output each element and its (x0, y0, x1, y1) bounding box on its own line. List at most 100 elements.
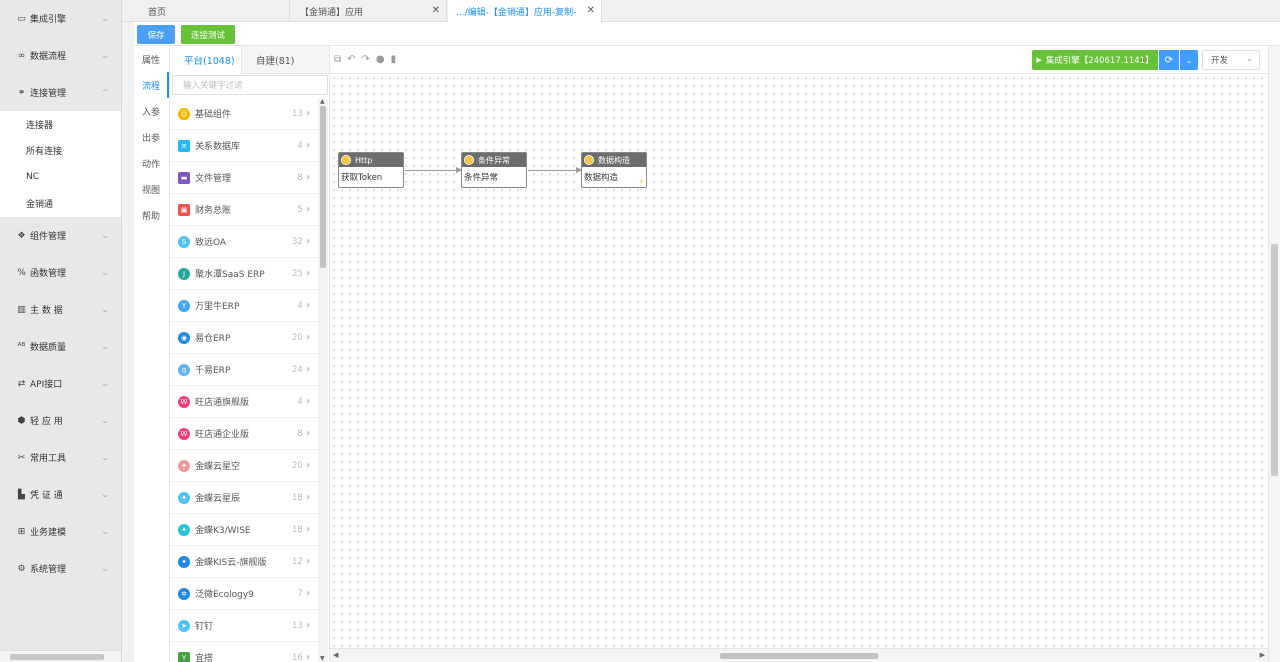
component-item-ecology[interactable]: ✲ 泛微Ecology9 7 (170, 578, 318, 610)
sub-item-jinxiaotong[interactable]: 金销通 (0, 190, 121, 217)
refresh-button[interactable]: ⟳ (1159, 50, 1179, 70)
nav-item-data-quality[interactable]: ᴬᴮ 数据质量 ⌄ (0, 328, 121, 365)
scroll-left-icon[interactable]: ◀ (333, 651, 338, 659)
tab-home[interactable]: 首页 (140, 0, 290, 22)
folder-icon: ▬ (178, 171, 190, 184)
vtab-actions[interactable]: 动作 (134, 150, 169, 176)
save-button[interactable]: 保存 (137, 25, 175, 44)
nav-item-master-data[interactable]: ▥ 主 数 据 ⌄ (0, 291, 121, 328)
scroll-right-icon[interactable]: ▶ (1260, 651, 1265, 659)
flow-node-http[interactable]: ☺ Http 获取Token (338, 152, 404, 188)
vtab-view[interactable]: 视图 (134, 176, 169, 202)
component-item-rdb[interactable]: ≡ 关系数据库 4 (170, 130, 318, 162)
component-item-kingdee-xingchen[interactable]: ✦ 金蝶云星辰 18 (170, 482, 318, 514)
component-item-wanliniu[interactable]: Y 万里牛ERP 4 (170, 290, 318, 322)
scroll-down-icon[interactable]: ▼ (320, 655, 325, 662)
vertical-tabs: 属性 流程 入参 出参 动作 视图 帮助 (134, 46, 170, 662)
tab-edit-app-copy[interactable]: .../编辑-【金销通】应用-复制- ✕ (448, 0, 602, 23)
vtab-input-params[interactable]: 入参 (134, 98, 169, 124)
component-item-dingtalk[interactable]: ➤ 钉钉 13 (170, 610, 318, 642)
play-icon: ▶ (1036, 56, 1042, 64)
vtab-properties[interactable]: 属性 (134, 46, 169, 72)
undo-icon[interactable]: ↶ (347, 54, 355, 65)
database-icon: ≡ (178, 139, 190, 152)
component-item-ledger[interactable]: ▣ 财务总账 5 (170, 194, 318, 226)
ecology-icon: ✲ (178, 587, 190, 600)
component-item-jushuitan[interactable]: J 聚水潭SaaS ERP 25 (170, 258, 318, 290)
nav-label: 系统管理 (30, 565, 67, 575)
environment-value: 开发 (1211, 56, 1229, 66)
chevron-up-icon: ⌃ (100, 88, 111, 97)
nav-item-api[interactable]: ⇄ API接口 ⌄ (0, 365, 121, 402)
component-item-wdt-flagship[interactable]: W 旺店通旗舰版 4 (170, 386, 318, 418)
nav-item-system[interactable]: ⚙ 系统管理 ⌄ (0, 550, 121, 587)
sidenav-horizontal-scrollbar[interactable] (0, 650, 121, 662)
vtab-output-params[interactable]: 出参 (134, 124, 169, 150)
environment-select[interactable]: 开发 ⌄ (1202, 50, 1260, 70)
flow-canvas[interactable]: ☺ Http 获取Token ☺ 条件异常 条件异常 ☺ 数据构造 数据构造 ⚡ (330, 74, 1268, 648)
sub-item-nc[interactable]: NC (0, 164, 121, 191)
chevron-down-icon: ⌄ (100, 305, 111, 314)
tab-custom-components[interactable]: 自建(81) (256, 46, 326, 74)
nav-item-connection[interactable]: ⚭ 连接管理 ⌃ (0, 74, 121, 111)
editor-toolbar: 保存 连接测试 (134, 22, 1280, 46)
nav-label: 函数管理 (30, 269, 67, 279)
gear-icon: ⚙ (17, 563, 26, 574)
component-list-scrollbar[interactable]: ▲ ▼ (318, 98, 328, 662)
component-item-kingdee-xingkong[interactable]: ✦ 金蝶云星空 20 (170, 450, 318, 482)
tab-platform-components[interactable]: 平台(1048) (170, 46, 242, 74)
nav-item-light-app[interactable]: ⬢ 轻 应 用 ⌄ (0, 402, 121, 439)
scrollbar-thumb[interactable] (10, 654, 104, 660)
connection-test-button[interactable]: 连接测试 (181, 25, 235, 44)
integration-engine-button[interactable]: ▶ 集成引擎【240617.1141】 (1032, 50, 1158, 70)
page-vertical-scrollbar[interactable] (1268, 46, 1280, 662)
component-list: ☺ 基础组件 13 ≡ 关系数据库 4 ▬ 文件管理 8 ▣ 财务总账 5 S … (170, 98, 318, 662)
canvas-horizontal-scrollbar[interactable]: ◀ ▶ (330, 648, 1268, 662)
help-icon[interactable]: ● (376, 54, 385, 65)
component-count: 13 (292, 620, 310, 631)
component-item-yicang[interactable]: ◉ 易仓ERP 20 (170, 322, 318, 354)
delete-icon[interactable]: ▮ (391, 54, 397, 65)
nav-item-modeling[interactable]: ⊞ 业务建模 ⌄ (0, 513, 121, 550)
scroll-up-icon[interactable]: ▲ (320, 98, 325, 105)
nav-item-engine[interactable]: ▭ 集成引擎 ⌄ (0, 0, 121, 37)
engine-dropdown-button[interactable]: ⌄ (1180, 50, 1198, 70)
component-item-basic[interactable]: ☺ 基础组件 13 (170, 98, 318, 130)
chevron-down-icon: ⌄ (100, 51, 111, 60)
component-item-yida[interactable]: Y 宜搭 16 (170, 642, 318, 662)
component-search-input[interactable]: 输入关键字过滤 (172, 75, 328, 95)
node-body: 数据构造 (584, 173, 619, 183)
flow-node-data-build[interactable]: ☺ 数据构造 数据构造 ⚡ (581, 152, 647, 188)
nav-item-component[interactable]: ❖ 组件管理 ⌄ (0, 217, 121, 254)
close-icon[interactable]: ✕ (587, 5, 595, 16)
component-label: 基础组件 (195, 110, 232, 120)
component-item-seeyon[interactable]: S 致远OA 32 (170, 226, 318, 258)
component-item-wdt-enterprise[interactable]: W 旺店通企业版 8 (170, 418, 318, 450)
component-item-file[interactable]: ▬ 文件管理 8 (170, 162, 318, 194)
component-label: 宜搭 (195, 654, 214, 662)
sub-item-connector[interactable]: 连接器 (0, 111, 121, 138)
scrollbar-thumb[interactable] (1271, 244, 1278, 476)
component-count: 4 (297, 300, 310, 311)
nav-item-voucher[interactable]: ▙ 凭 证 通 ⌄ (0, 476, 121, 513)
close-icon[interactable]: ✕ (432, 5, 440, 16)
sub-item-all-connections[interactable]: 所有连接 (0, 137, 121, 164)
component-item-qianyi[interactable]: q 千易ERP 24 (170, 354, 318, 386)
tab-app[interactable]: 【金销通】应用 ✕ (292, 0, 447, 22)
scrollbar-thumb[interactable] (320, 106, 326, 268)
nav-item-data-flow[interactable]: ∞ 数据流程 ⌄ (0, 37, 121, 74)
vtab-flow[interactable]: 流程 (134, 72, 169, 98)
vtab-help[interactable]: 帮助 (134, 202, 169, 228)
scrollbar-thumb[interactable] (720, 653, 878, 659)
component-tabs: 平台(1048) 自建(81) (170, 46, 329, 74)
component-label: 金蝶云星辰 (195, 494, 241, 504)
flow-node-condition[interactable]: ☺ 条件异常 条件异常 (461, 152, 527, 188)
nav-item-function[interactable]: % 函数管理 ⌄ (0, 254, 121, 291)
component-label: 旺店通旗舰版 (195, 398, 250, 408)
copy-icon[interactable]: ⧉ (334, 54, 341, 65)
component-item-kingdee-k3[interactable]: ✦ 金蝶K3/WISE 18 (170, 514, 318, 546)
nav-item-tools[interactable]: ✂ 常用工具 ⌄ (0, 439, 121, 476)
kingdee-icon: ✦ (178, 491, 190, 504)
redo-icon[interactable]: ↷ (362, 54, 370, 65)
component-item-kingdee-kis[interactable]: ✦ 金蝶KIS云-旗舰版 12 (170, 546, 318, 578)
